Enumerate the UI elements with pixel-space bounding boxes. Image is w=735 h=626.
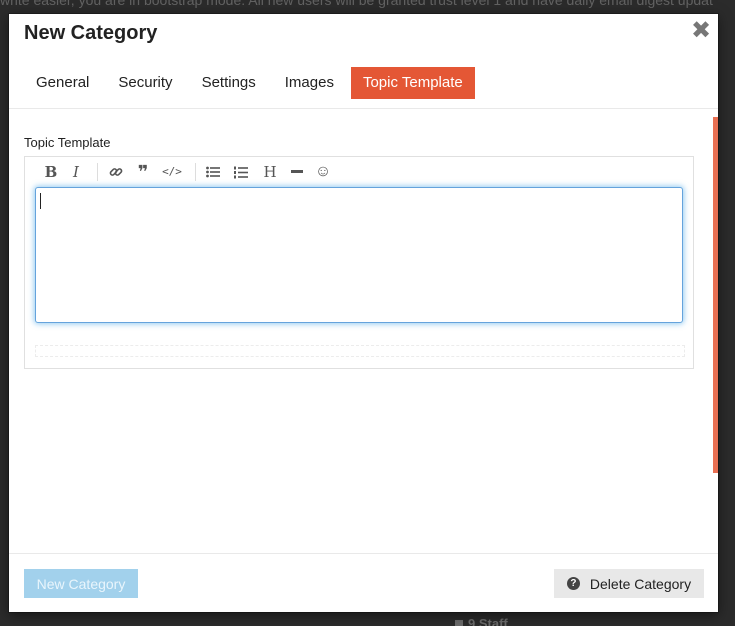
backdrop-staff-label: 9 Staff <box>455 616 508 626</box>
tab-topic-template[interactable]: Topic Template <box>350 67 475 99</box>
toolbar-separator <box>97 163 98 181</box>
text-caret <box>40 193 41 209</box>
modal-header: New Category ✖ <box>9 14 718 64</box>
editor-preview <box>35 345 685 357</box>
modal-title: New Category <box>24 22 158 44</box>
new-category-modal: New Category ✖ General Security Settings… <box>9 14 718 612</box>
markdown-editor: B I ❞ </> H ☺ <box>24 156 694 369</box>
link-icon[interactable] <box>108 163 124 181</box>
topic-template-input[interactable] <box>35 187 683 323</box>
category-tabs: General Security Settings Images Topic T… <box>24 67 480 99</box>
question-circle-icon: ? <box>566 577 580 590</box>
italic-icon[interactable]: I <box>69 163 83 181</box>
close-icon[interactable]: ✖ <box>690 19 712 43</box>
tab-security[interactable]: Security <box>106 67 184 99</box>
tab-settings[interactable]: Settings <box>190 67 268 99</box>
editor-toolbar: B I ❞ </> H ☺ <box>25 157 693 187</box>
horizontal-rule-icon[interactable] <box>289 163 305 181</box>
topic-template-label: Topic Template <box>24 135 111 150</box>
toolbar-separator <box>195 163 196 181</box>
bold-icon[interactable]: B <box>44 163 58 181</box>
modal-footer: New Category ? Delete Category <box>9 553 718 612</box>
delete-category-label: Delete Category <box>589 575 692 592</box>
bullet-list-icon[interactable] <box>205 163 221 181</box>
numbered-list-icon[interactable] <box>233 163 249 181</box>
backdrop-banner-text: write easier, you are in bootstrap mode.… <box>0 0 713 8</box>
emoji-icon[interactable]: ☺ <box>314 163 332 181</box>
delete-category-button[interactable]: ? Delete Category <box>554 569 704 598</box>
scrollbar[interactable] <box>713 117 718 473</box>
heading-icon[interactable]: H <box>262 163 278 181</box>
create-category-button[interactable]: New Category <box>24 569 138 598</box>
modal-body: Topic Template B I ❞ </> H ☺ <box>9 109 718 553</box>
tab-general[interactable]: General <box>24 67 101 99</box>
code-icon[interactable]: </> <box>162 163 182 181</box>
quote-icon[interactable]: ❞ <box>135 163 151 181</box>
tab-images[interactable]: Images <box>273 67 346 99</box>
